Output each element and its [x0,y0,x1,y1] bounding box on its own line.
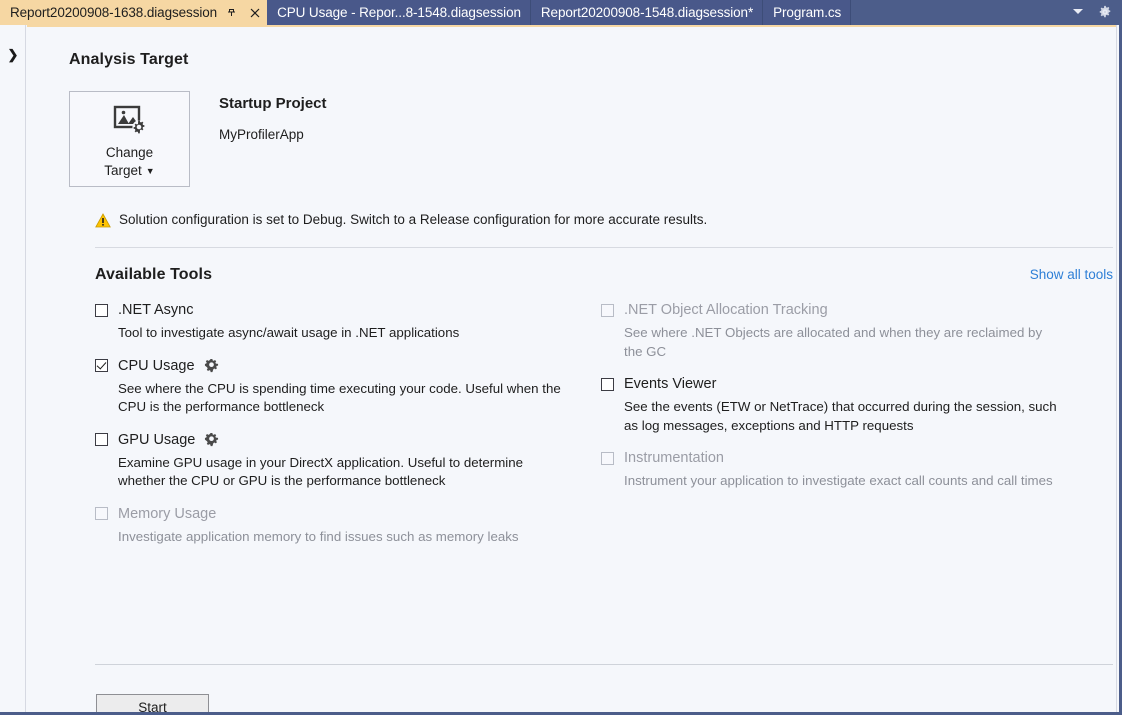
close-icon[interactable] [246,3,263,23]
checkbox-cpu-usage[interactable] [95,359,108,372]
tool-description: See where the CPU is spending time execu… [118,380,568,417]
gear-icon[interactable] [204,358,219,373]
tool-description: Instrument your application to investiga… [624,472,1064,491]
window-right-edge [1116,25,1122,715]
checkbox-gpu-usage[interactable] [95,433,108,446]
tool-name: .NET Async [118,302,193,318]
change-target-line2: Target [104,163,142,178]
tool-header: GPU Usage [95,430,573,450]
tools-column-right: .NET Object Allocation Tracking See wher… [601,300,1113,559]
section-divider [95,247,1113,248]
target-name-value: MyProfilerApp [219,127,327,142]
tab-strip: Report20200908-1638.diagsession CPU Usag… [0,0,1122,25]
tool-name: .NET Object Allocation Tracking [624,302,828,318]
tool-name: Instrumentation [624,450,724,466]
configuration-warning-text: Solution configuration is set to Debug. … [119,212,707,227]
diagnostics-hub-window: Report20200908-1638.diagsession CPU Usag… [0,0,1122,715]
tools-column-left: .NET Async Tool to investigate async/awa… [95,300,573,559]
change-target-line1: Change [106,145,153,160]
tab-report-1548[interactable]: Report20200908-1548.diagsession* [531,0,763,25]
checkbox-memory-usage [95,507,108,520]
left-rail: ❯ [0,25,26,715]
tab-label: Program.cs [773,5,841,20]
checkbox-events-viewer[interactable] [601,378,614,391]
tool-header: Instrumentation [601,448,1113,468]
chevron-down-icon: ▼ [146,166,155,176]
tab-cpu-usage-report[interactable]: CPU Usage - Repor...8-1548.diagsession [267,0,531,25]
tab-label: Report20200908-1548.diagsession* [541,5,753,20]
target-kind-label: Startup Project [219,95,327,112]
tab-report-1638[interactable]: Report20200908-1638.diagsession [0,0,267,25]
gear-icon[interactable] [1098,5,1112,21]
tool-name: GPU Usage [118,432,195,448]
tab-label: Report20200908-1638.diagsession [10,5,217,20]
tab-program-cs[interactable]: Program.cs [763,0,851,25]
tool-description: Examine GPU usage in your DirectX applic… [118,454,568,491]
configuration-warning: Solution configuration is set to Debug. … [69,212,1080,228]
change-target-button[interactable]: Change Target ▼ [69,91,190,187]
tool-description: Tool to investigate async/await usage in… [118,324,568,343]
tool-events-viewer: Events Viewer See the events (ETW or Net… [601,374,1113,435]
tab-label: CPU Usage - Repor...8-1548.diagsession [277,5,521,20]
chevron-right-icon[interactable]: ❯ [0,47,26,63]
tab-strip-spacer [851,0,1060,25]
diagnostics-hub-content: Analysis Target [27,25,1116,715]
available-tools-grid: .NET Async Tool to investigate async/awa… [95,300,1113,559]
tool-description: See where .NET Objects are allocated and… [624,324,1064,361]
show-all-tools-link[interactable]: Show all tools [1030,267,1113,282]
tool-gpu-usage: GPU Usage Examine GPU usage in your Dire… [95,430,573,491]
available-tools-header: Available Tools Show all tools [95,266,1113,284]
tool-instrumentation: Instrumentation Instrument your applicat… [601,448,1113,491]
analysis-target-row: Change Target ▼ Startup Project MyProfile… [69,91,1080,187]
tool-description: Investigate application memory to find i… [118,528,568,547]
gear-icon[interactable] [204,432,219,447]
checkbox-instrumentation [601,452,614,465]
tool-name: CPU Usage [118,358,195,374]
tool-header: CPU Usage [95,356,573,376]
tool-dotnet-async: .NET Async Tool to investigate async/awa… [95,300,573,343]
tool-description: See the events (ETW or NetTrace) that oc… [624,398,1064,435]
change-target-label: Change Target ▼ [104,144,154,181]
warning-triangle-icon [95,213,111,228]
tab-strip-tools [1060,0,1122,25]
checkbox-dotnet-async[interactable] [95,304,108,317]
checkbox-dotnet-object-allocation-tracking [601,304,614,317]
tool-name: Memory Usage [118,506,216,522]
tool-header: .NET Object Allocation Tracking [601,300,1113,320]
tool-header: Memory Usage [95,504,573,524]
tool-memory-usage: Memory Usage Investigate application mem… [95,504,573,547]
image-settings-icon [113,105,147,137]
tool-dotnet-object-allocation-tracking: .NET Object Allocation Tracking See wher… [601,300,1113,361]
chevron-down-icon[interactable] [1072,7,1084,18]
tool-name: Events Viewer [624,376,716,392]
available-tools-heading: Available Tools [95,266,212,284]
tool-cpu-usage: CPU Usage See where the CPU is spending … [95,356,573,417]
analysis-target-heading: Analysis Target [69,27,1080,69]
tool-header: Events Viewer [601,374,1113,394]
pin-icon[interactable] [223,3,240,23]
tool-header: .NET Async [95,300,573,320]
target-info: Startup Project MyProfilerApp [219,91,327,142]
footer-divider [95,664,1113,665]
